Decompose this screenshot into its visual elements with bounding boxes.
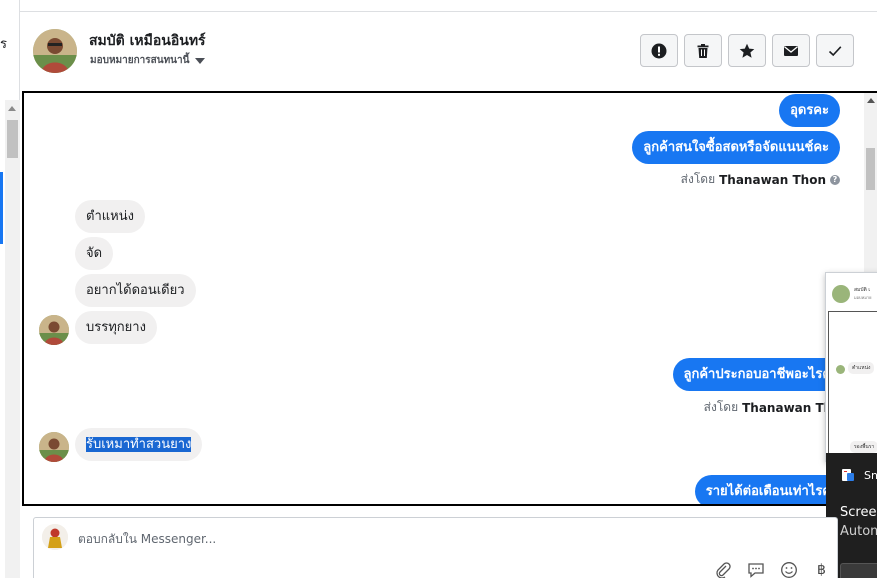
saved-replies-button[interactable] — [745, 561, 766, 578]
scroll-thumb[interactable] — [7, 120, 18, 158]
notification-app-name: Sn — [864, 469, 877, 482]
mark-done-button[interactable] — [816, 34, 854, 67]
messenger-window: ร สมบัติ เหมือนอินทร์ มอบหมายการสนทนานี้ — [0, 0, 877, 578]
conversation-header: สมบัติ เหมือนอินทร์ มอบหมายการสนทนานี้ — [20, 12, 877, 92]
caret-down-icon — [195, 57, 206, 64]
reply-input[interactable] — [78, 530, 758, 548]
spam-button[interactable] — [640, 34, 678, 67]
notification-action-button[interactable] — [840, 563, 877, 578]
envelope-icon — [784, 45, 798, 56]
sent-by-label: ส่งโดย Thanawan Thon ? — [681, 170, 840, 189]
thumbnail-name: สมบัติ เ — [854, 287, 871, 293]
baht-icon: ฿ — [817, 562, 826, 578]
emoji-button[interactable] — [778, 561, 799, 578]
message-outgoing: ลูกค้าสนใจซื้อสดหรือจัดแนนช์คะ — [632, 131, 840, 164]
active-indicator — [0, 172, 3, 244]
message-bubble[interactable]: ตำแหน่ง — [75, 200, 145, 233]
speech-bubble-icon — [747, 563, 764, 578]
reply-composer: ฿ — [33, 517, 838, 578]
selected-text[interactable]: รับเหมาทำสวนยาง — [86, 437, 192, 452]
thumbnail-frame — [828, 311, 877, 461]
sender-name[interactable]: Thanawan Thon — [719, 173, 826, 187]
question-icon[interactable]: ? — [830, 174, 840, 185]
thumbnail-bubble: รองพื้นรา — [850, 441, 877, 453]
message-incoming: บรรทุกยาง — [75, 311, 157, 344]
mark-unread-button[interactable] — [772, 34, 810, 67]
payment-button[interactable]: ฿ — [811, 561, 832, 578]
message-incoming: อยากได้ดอนเดียว — [75, 274, 196, 307]
message-bubble[interactable]: รับเหมาทำสวนยาง — [75, 428, 203, 461]
paperclip-icon — [715, 562, 731, 578]
contact-avatar-small[interactable] — [39, 315, 69, 345]
assign-conversation-dropdown[interactable]: มอบหมายการสนทนานี้ — [90, 53, 206, 68]
thumbnail-bubble: ตำแหน่ง — [848, 362, 875, 374]
check-icon — [828, 45, 842, 56]
thumbnail-avatar-small — [836, 365, 845, 374]
message-outgoing: ลูกค้าประกอบอาชีพอะไรคะ — [672, 358, 849, 391]
scroll-up-arrow-icon[interactable] — [867, 98, 875, 103]
sent-by-prefix: ส่งโดย — [703, 400, 739, 414]
conversation-list-sliver: ร — [0, 0, 20, 578]
message-outgoing: อุดรคะ — [779, 94, 840, 127]
contact-name[interactable]: สมบัติ เหมือนอินทร์ — [89, 30, 206, 52]
conversation-actions — [640, 34, 854, 67]
person-photo-icon — [33, 29, 77, 73]
star-icon — [739, 43, 755, 58]
page-logo-icon — [42, 524, 68, 550]
scroll-up-arrow-icon[interactable] — [8, 106, 16, 111]
assign-label: มอบหมายการสนทนานี้ — [90, 55, 190, 66]
window-thumbnail-preview[interactable]: สมบัติ เ มอบหมาย ตำแหน่ง รองพื้นรา — [825, 272, 877, 462]
message-bubble[interactable]: ลูกค้าประกอบอาชีพอะไรคะ — [672, 358, 849, 391]
truncated-text: ร — [0, 37, 7, 52]
message-bubble[interactable]: อยากได้ดอนเดียว — [75, 274, 196, 307]
notification-title: Screer — [840, 505, 877, 520]
star-button[interactable] — [728, 34, 766, 67]
sent-by-prefix: ส่งโดย — [680, 172, 716, 186]
smiley-icon — [780, 562, 797, 578]
composer-toolbar: ฿ — [712, 561, 832, 578]
conversation-list-scrollbar[interactable] — [5, 100, 20, 578]
notification-body: Autom — [840, 524, 877, 539]
exclamation-icon — [651, 43, 667, 58]
delete-button[interactable] — [684, 34, 722, 67]
contact-avatar[interactable] — [33, 29, 77, 73]
trash-icon — [697, 43, 709, 58]
contact-avatar-small[interactable] — [39, 432, 69, 462]
person-photo-icon — [39, 432, 69, 462]
snipping-tool-icon — [842, 469, 854, 481]
message-bubble[interactable]: อุดรคะ — [779, 94, 840, 127]
message-incoming: จัด — [75, 237, 114, 270]
message-thread[interactable]: อุดรคะ ลูกค้าสนใจซื้อสดหรือจัดแนนช์คะ ส่… — [22, 91, 877, 506]
message-bubble[interactable]: จัด — [75, 237, 114, 270]
message-bubble[interactable]: บรรทุกยาง — [75, 311, 157, 344]
message-bubble[interactable]: ลูกค้าสนใจซื้อสดหรือจัดแนนช์คะ — [632, 131, 840, 164]
person-photo-icon — [39, 315, 69, 345]
scroll-thumb[interactable] — [866, 148, 875, 190]
attach-button[interactable] — [712, 561, 733, 578]
message-incoming: ตำแหน่ง — [75, 200, 145, 233]
page-avatar — [42, 524, 68, 550]
thumbnail-sub: มอบหมาย — [854, 295, 872, 300]
message-incoming: รับเหมาทำสวนยาง — [75, 428, 203, 461]
thumbnail-avatar — [832, 285, 850, 303]
